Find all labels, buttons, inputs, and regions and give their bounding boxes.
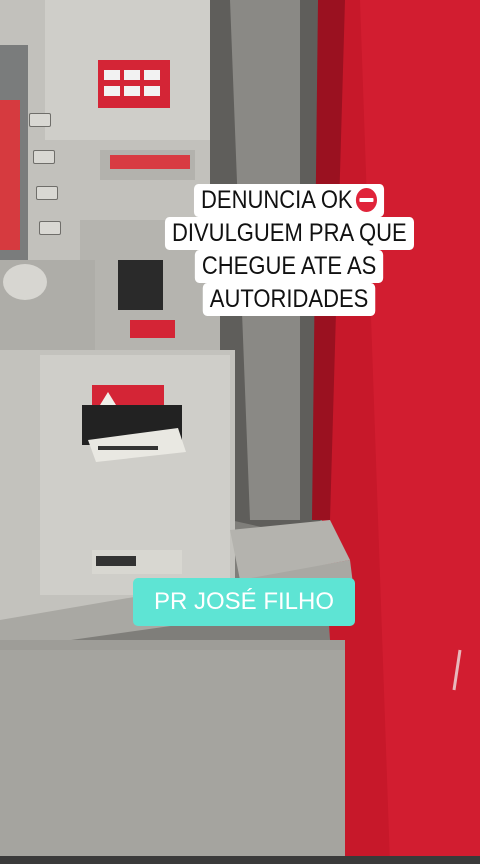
author-tag: PR JOSÉ FILHO (133, 578, 355, 626)
atm-side-button-1[interactable] (29, 113, 51, 127)
caption-line-4: AUTORIDADES (202, 283, 376, 316)
caption-box: DENUNCIA OK DIVULGUEM PRA QUE CHEGUE ATE… (138, 184, 440, 316)
caption-line-1-text: DENUNCIA OK (200, 186, 353, 214)
atm-side-button-2[interactable] (33, 150, 55, 164)
atm-photo: DENUNCIA OK DIVULGUEM PRA QUE CHEGUE ATE… (0, 0, 480, 864)
caption-line-1: DENUNCIA OK (193, 184, 385, 217)
no-entry-icon (355, 188, 378, 212)
atm-scene-drawing (0, 0, 480, 864)
caption-line-3: CHEGUE ATE AS (194, 250, 384, 283)
card-logos-sticker (98, 60, 170, 108)
atm-side-button-4[interactable] (39, 221, 61, 235)
caption-line-2: DIVULGUEM PRA QUE (164, 217, 414, 250)
atm-side-button-3[interactable] (36, 186, 58, 200)
